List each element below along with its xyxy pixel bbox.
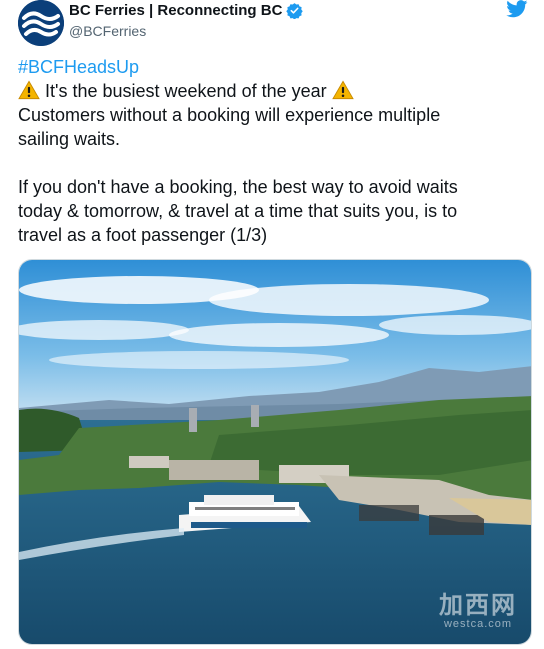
verified-badge-icon [286,3,304,19]
tweet-header: BC Ferries | Reconnecting BC @BCFerries [18,0,528,46]
headline-text: It's the busiest weekend of the year [45,81,327,101]
watermark-url: westca.com [443,618,513,630]
tweet-line: If you don't have a booking, the best wa… [18,177,458,197]
ferry-terminal-photo-icon [19,260,531,644]
tweet-line: Customers without a booking will experie… [18,105,441,125]
watermark: 加西网 westca.com [439,590,517,631]
bc-ferries-logo-icon [18,0,64,46]
display-name[interactable]: BC Ferries | Reconnecting BC [69,2,282,19]
hashtag-link[interactable]: #BCFHeadsUp [18,57,139,77]
avatar[interactable] [18,0,64,46]
headline-line: It's the busiest weekend of the year [18,79,528,103]
author-name-row: BC Ferries | Reconnecting BC [69,2,304,19]
tweet-body: #BCFHeadsUp It's the busiest weekend of … [18,55,528,247]
tweet-line: today & tomorrow, & travel at a time tha… [18,201,458,221]
author-handle[interactable]: @BCFerries [69,23,146,39]
tweet-line: sailing waits. [18,129,121,149]
warning-icon [18,80,40,100]
watermark-logo: 加西网 [439,590,517,619]
twitter-bird-icon[interactable] [506,0,528,18]
tweet-photo[interactable]: 加西网 westca.com [18,259,532,645]
warning-icon [331,80,354,100]
tweet-line: travel as a foot passenger (1/3) [18,225,268,245]
